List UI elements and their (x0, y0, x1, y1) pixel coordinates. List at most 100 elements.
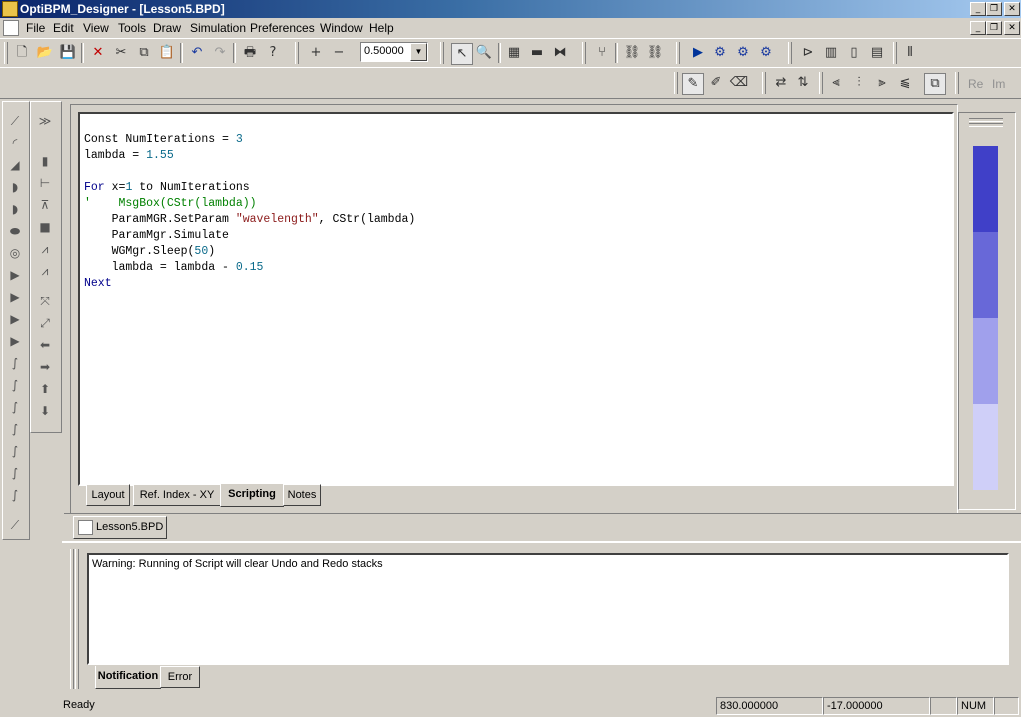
close-button[interactable]: ✕ (1004, 2, 1020, 16)
open-folder-icon[interactable]: 📂 (35, 43, 55, 63)
toolbar-grip[interactable] (819, 72, 823, 94)
minimize-button[interactable]: _ (970, 2, 986, 16)
toolbar-grip[interactable] (676, 42, 680, 64)
toolbar-grip[interactable] (762, 72, 766, 94)
triangle-icon[interactable]: ▶ (7, 334, 23, 348)
delete-icon[interactable]: ✕ (88, 43, 108, 63)
curve-icon[interactable]: ∫ (7, 422, 23, 436)
grid-icon[interactable]: ▦ (504, 43, 524, 63)
curve-icon[interactable]: ∫ (7, 356, 23, 370)
simulate-batch-icon[interactable]: ⚙ (756, 43, 776, 63)
link-icon[interactable]: ⛓ (622, 43, 642, 63)
panel-grip[interactable] (969, 118, 1003, 122)
triangle-icon[interactable]: ▶ (7, 268, 23, 282)
align-left-icon[interactable]: ⫷ (826, 73, 846, 93)
select-pointer-icon[interactable]: ↖ (451, 43, 473, 65)
toolbar-grip[interactable] (955, 72, 959, 94)
doc-restore-button[interactable]: ❐ (986, 21, 1002, 35)
triangle-icon[interactable]: ▶ (7, 312, 23, 326)
user-waveguide-icon[interactable]: ⟋ (7, 518, 23, 532)
cut-icon[interactable]: ✂ (111, 43, 131, 63)
zoom-out-icon[interactable]: − (329, 43, 349, 63)
menu-help[interactable]: Help (369, 21, 394, 35)
help-icon[interactable]: ? (263, 43, 283, 63)
region-icon[interactable]: ▯ (844, 43, 864, 63)
expand-palette-icon[interactable]: ≫ (37, 114, 53, 128)
code-line[interactable]: WGMgr.Sleep(50) (84, 244, 415, 260)
zoom-in-icon[interactable]: + (306, 43, 326, 63)
toolbar-grip[interactable] (788, 42, 792, 64)
menu-view[interactable]: View (83, 21, 109, 35)
toolbar-grip[interactable] (674, 72, 678, 94)
code-line[interactable]: lambda = 1.55 (84, 148, 415, 164)
axis-icon[interactable]: ⊢ (37, 176, 53, 190)
real-part-button[interactable]: Re (968, 77, 983, 91)
restore-button[interactable]: ❐ (986, 2, 1002, 16)
unlink-icon[interactable]: ⛓ (645, 43, 665, 63)
path-icon[interactable]: ▤ (867, 43, 887, 63)
menu-tools[interactable]: Tools (118, 21, 146, 35)
input-plane-icon[interactable]: ⊳ (798, 43, 818, 63)
square-icon[interactable]: ■ (37, 220, 53, 234)
simulate-3d-icon[interactable]: ⚙ (733, 43, 753, 63)
align-top-icon[interactable]: ⫸ (872, 73, 892, 93)
tab-notification[interactable]: Notification (95, 666, 161, 689)
script-editor[interactable]: Const NumIterations = 3 lambda = 1.55 For … (78, 112, 954, 486)
swap-vertical-icon[interactable]: ⇅ (793, 73, 813, 93)
paste-icon[interactable]: 📋 (157, 43, 177, 63)
rectangle-icon[interactable]: ▮ (37, 154, 53, 168)
align-bottom-icon[interactable]: ⫹ (895, 73, 915, 93)
shrink-icon[interactable]: ⤧ (37, 294, 53, 308)
ellipse-icon[interactable]: ⬬ (7, 224, 23, 238)
graph-icon[interactable]: ⩘ (37, 242, 53, 256)
profile-icon[interactable]: ⊼ (37, 198, 53, 212)
curve-icon[interactable]: ∫ (7, 444, 23, 458)
code-line[interactable]: For x=1 to NumIterations (84, 180, 415, 196)
bars-icon[interactable]: ⦀ (900, 43, 920, 63)
redo-icon[interactable]: ↷ (210, 43, 230, 63)
code-line[interactable]: lambda = lambda - 0.15 (84, 260, 415, 276)
curve-icon[interactable]: ∫ (7, 488, 23, 502)
swap-horizontal-icon[interactable]: ⇄ (771, 73, 791, 93)
arrow-right-icon[interactable]: ➡ (37, 360, 53, 374)
code-line[interactable]: ParamMgr.Simulate (84, 228, 415, 244)
menu-preferences[interactable]: Preferences (250, 21, 315, 35)
undo-icon[interactable]: ↶ (187, 43, 207, 63)
exponential-taper-icon[interactable]: ◗ (7, 202, 23, 216)
taper-waveguide-icon[interactable]: ◢ (7, 158, 23, 172)
new-file-icon[interactable]: 🗋 (12, 43, 32, 63)
magnify-icon[interactable]: 🔍 (474, 43, 494, 63)
menu-edit[interactable]: Edit (53, 21, 74, 35)
code-line[interactable] (84, 164, 415, 180)
branch-icon[interactable]: ⑂ (592, 43, 612, 63)
toolbar-grip[interactable] (295, 42, 299, 64)
notification-log[interactable]: Warning: Running of Script will clear Un… (87, 553, 1009, 665)
curve-icon[interactable]: ∫ (7, 466, 23, 480)
toolbar-grip[interactable] (440, 42, 444, 64)
chevron-down-icon[interactable]: ▼ (410, 43, 427, 61)
ring-icon[interactable]: ◎ (7, 246, 23, 260)
expand-icon[interactable]: ⤢ (37, 316, 53, 330)
toolbar-grip[interactable] (893, 42, 897, 64)
toolbar-grip[interactable] (582, 42, 586, 64)
code-line[interactable]: Const NumIterations = 3 (84, 132, 415, 148)
imaginary-part-button[interactable]: Im (992, 77, 1005, 91)
simulate-icon[interactable]: ⚙ (710, 43, 730, 63)
curve-icon[interactable]: ∫ (7, 378, 23, 392)
save-icon[interactable]: 💾 (58, 43, 78, 63)
graph-icon[interactable]: ⩘ (37, 264, 53, 278)
toolbar-grip[interactable] (4, 42, 8, 64)
menu-file[interactable]: File (26, 21, 45, 35)
copy-icon[interactable]: ⧉ (134, 43, 154, 63)
observation-icon[interactable]: ▥ (821, 43, 841, 63)
run-icon[interactable]: ▶ (688, 43, 708, 63)
code-line[interactable]: ' MsgBox(CStr(lambda)) (84, 196, 415, 212)
document-tab[interactable]: Lesson5.BPD (73, 516, 167, 539)
code-line[interactable]: Next (84, 276, 415, 292)
arc-waveguide-icon[interactable]: ◜ (7, 136, 23, 150)
arrow-up-icon[interactable]: ⬆ (37, 382, 53, 396)
taper-icon[interactable]: ⧓ (550, 43, 570, 63)
arrow-down-icon[interactable]: ⬇ (37, 404, 53, 418)
eraser-icon[interactable]: ⌫ (729, 73, 749, 93)
doc-close-button[interactable]: ✕ (1004, 21, 1020, 35)
